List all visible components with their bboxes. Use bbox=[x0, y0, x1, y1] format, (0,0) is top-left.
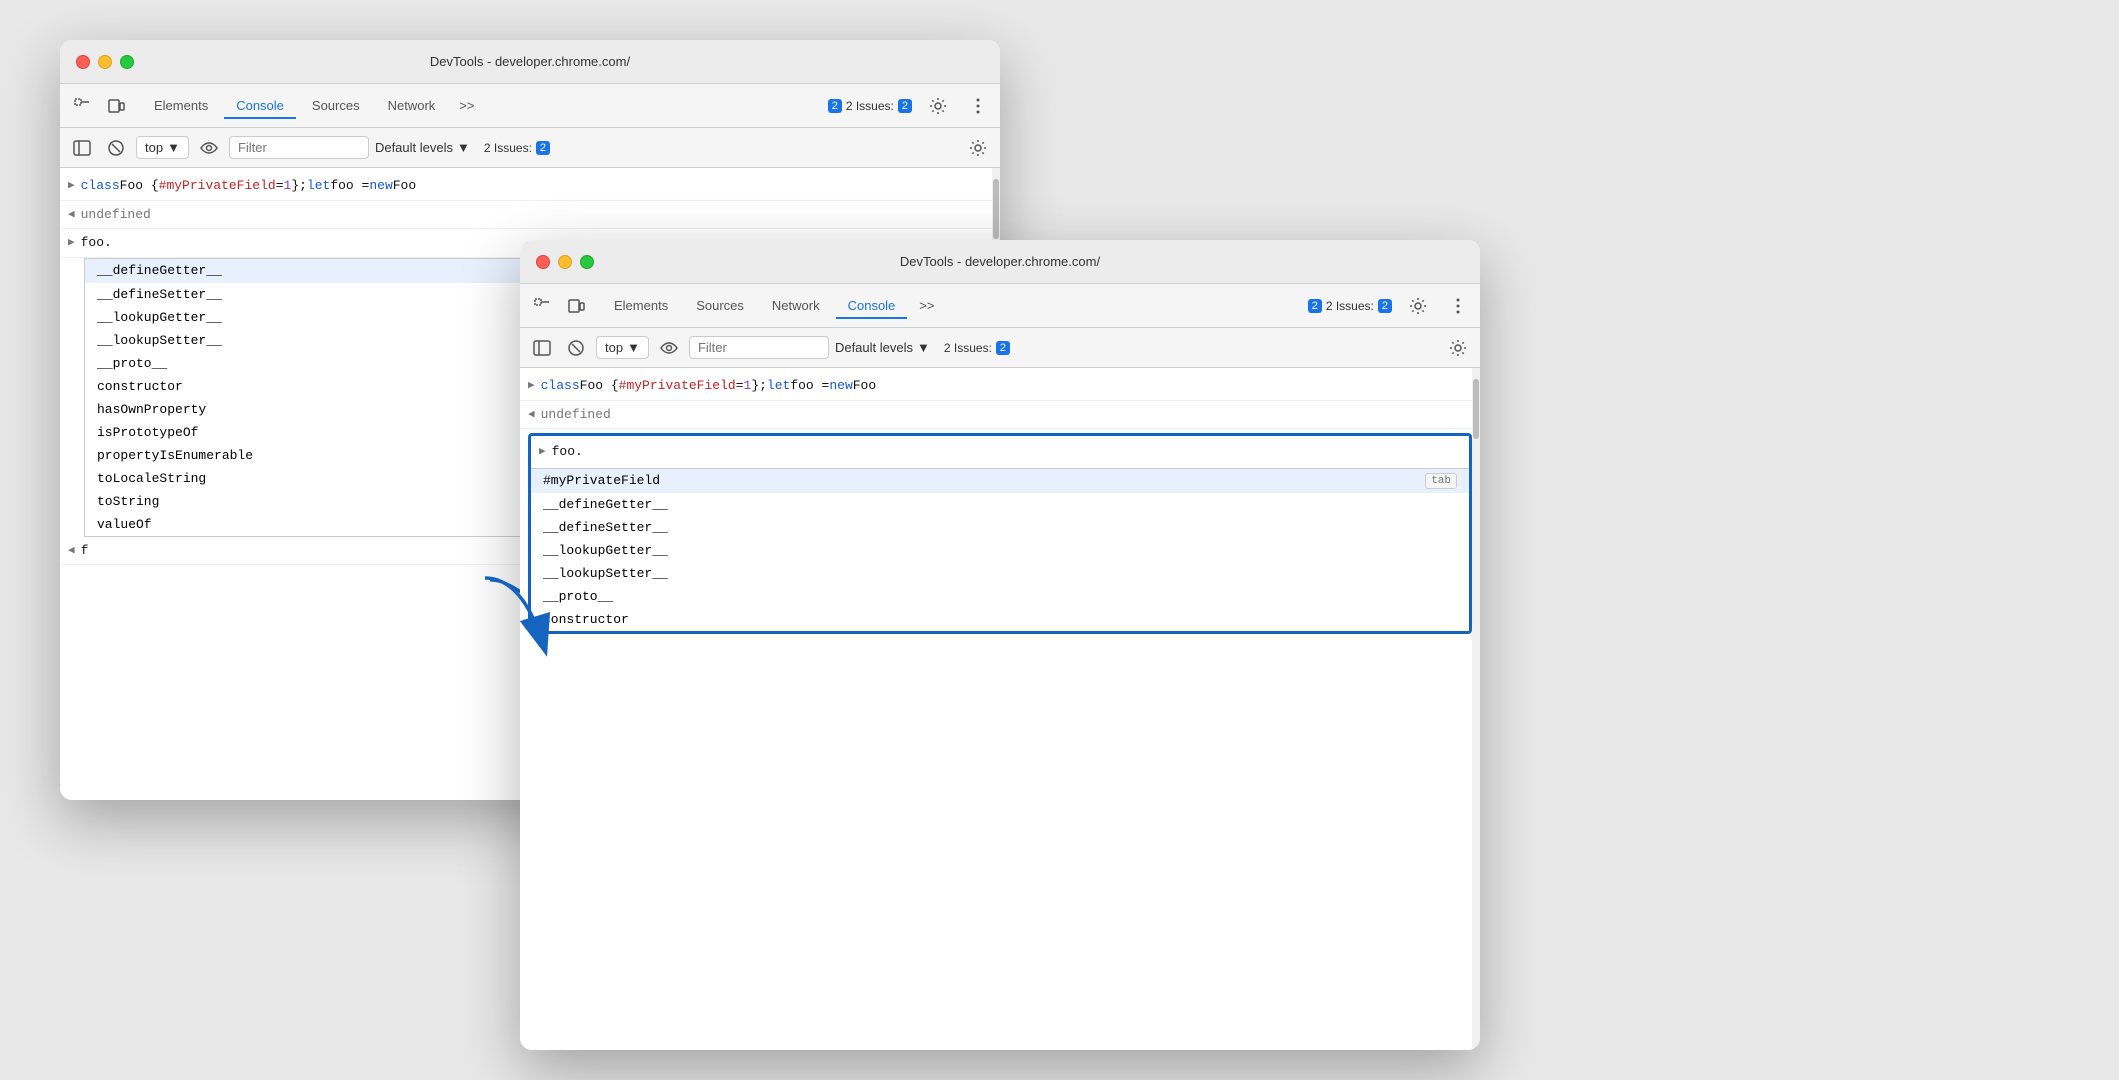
title-bar-1: DevTools - developer.chrome.com/ bbox=[60, 40, 1000, 84]
console-settings-1[interactable] bbox=[964, 134, 992, 162]
issues-icon-2: 2 bbox=[1308, 299, 1322, 313]
devtools-window-2: DevTools - developer.chrome.com/ bbox=[520, 240, 1480, 1050]
traffic-lights-1 bbox=[76, 55, 134, 69]
eye-icon-2[interactable] bbox=[655, 334, 683, 362]
tab-network-2[interactable]: Network bbox=[760, 292, 832, 319]
traffic-lights-2 bbox=[536, 255, 594, 269]
top-dropdown-arrow-1: ▼ bbox=[167, 140, 180, 155]
toolbar-issues-1[interactable]: 2 Issues: 2 bbox=[484, 141, 554, 155]
issues-count-2: 2 bbox=[1378, 299, 1392, 313]
autocomplete-2: #myPrivateField tab __defineGetter__ __d… bbox=[531, 468, 1469, 631]
title-bar-2: DevTools - developer.chrome.com/ bbox=[520, 240, 1480, 284]
scroll-thumb-2 bbox=[1473, 379, 1479, 439]
window-title-2: DevTools - developer.chrome.com/ bbox=[900, 254, 1100, 269]
clear-icon-2[interactable] bbox=[562, 334, 590, 362]
autocomplete-item-2-2[interactable]: __defineGetter__ bbox=[531, 493, 1469, 516]
more-menu-icon-2[interactable] bbox=[1444, 292, 1472, 320]
filter-input-1[interactable] bbox=[229, 136, 369, 159]
window-title-1: DevTools - developer.chrome.com/ bbox=[430, 54, 630, 69]
toolbar-issues-label-1: 2 Issues: bbox=[484, 141, 532, 155]
console-line-2: ◀ undefined bbox=[60, 201, 1000, 230]
toolbar-badge-1: 2 bbox=[536, 141, 550, 155]
devtools-tools-2 bbox=[528, 292, 590, 320]
inspector-tool-1[interactable] bbox=[68, 92, 96, 120]
console-area-2: ▶ class Foo { #myPrivateField = 1 }; let… bbox=[520, 368, 1480, 1050]
issues-label-1: 2 Issues: bbox=[846, 99, 894, 113]
issues-badge-1[interactable]: 2 2 Issues: 2 bbox=[828, 99, 912, 113]
tab-console-2[interactable]: Console bbox=[836, 292, 908, 319]
console-line-2-2: ◀ undefined bbox=[520, 401, 1480, 430]
toolbar-issues-2[interactable]: 2 Issues: 2 bbox=[944, 341, 1010, 355]
autocomplete-item-2-5[interactable]: __lookupSetter__ bbox=[531, 562, 1469, 585]
default-levels-1[interactable]: Default levels ▼ bbox=[375, 140, 470, 155]
tab-network-1[interactable]: Network bbox=[376, 92, 448, 119]
settings-icon-1[interactable] bbox=[924, 92, 952, 120]
toolbar-badge-2: 2 bbox=[996, 341, 1010, 355]
toolbar-1: top ▼ Default levels ▼ 2 Issues: 2 bbox=[60, 128, 1000, 168]
close-button-2[interactable] bbox=[536, 255, 550, 269]
tab-elements-2[interactable]: Elements bbox=[602, 292, 680, 319]
console-settings-2[interactable] bbox=[1444, 334, 1472, 362]
more-tabs-1[interactable]: >> bbox=[451, 92, 482, 119]
device-tool-2[interactable] bbox=[562, 292, 590, 320]
devtools-tools-1 bbox=[68, 92, 130, 120]
autocomplete-selected-text-2: #myPrivateField bbox=[543, 473, 660, 488]
autocomplete-item-2-6[interactable]: __proto__ bbox=[531, 585, 1469, 608]
console-line-1: ▶ class Foo { #myPrivateField = 1 }; let… bbox=[60, 172, 1000, 201]
top-dropdown-arrow-2: ▼ bbox=[627, 340, 640, 355]
clear-icon-1[interactable] bbox=[102, 134, 130, 162]
console-line-2-1: ▶ class Foo { #myPrivateField = 1 }; let… bbox=[520, 372, 1480, 401]
issues-count-1: 2 bbox=[898, 99, 912, 113]
top-label-1: top bbox=[145, 140, 163, 155]
minimize-button-2[interactable] bbox=[558, 255, 572, 269]
scroll-thumb-1 bbox=[993, 179, 999, 239]
autocomplete-selected-text-1: __defineGetter__ bbox=[97, 263, 222, 278]
tab-hint-2: tab bbox=[1425, 473, 1457, 489]
maximize-button-2[interactable] bbox=[580, 255, 594, 269]
sidebar-toggle-2[interactable] bbox=[528, 334, 556, 362]
filter-input-2[interactable] bbox=[689, 336, 829, 359]
console-content-2: ▶ class Foo { #myPrivateField = 1 }; let… bbox=[520, 368, 1480, 1050]
issues-badge-2[interactable]: 2 2 Issues: 2 bbox=[1308, 299, 1392, 313]
tab-sources-2[interactable]: Sources bbox=[684, 292, 756, 319]
close-button-1[interactable] bbox=[76, 55, 90, 69]
top-selector-2[interactable]: top ▼ bbox=[596, 336, 649, 359]
autocomplete-item-2-4[interactable]: __lookupGetter__ bbox=[531, 539, 1469, 562]
default-levels-2[interactable]: Default levels ▼ bbox=[835, 340, 930, 355]
eye-icon-1[interactable] bbox=[195, 134, 223, 162]
issues-icon-1: 2 bbox=[828, 99, 842, 113]
tab-bar-2: Elements Sources Network Console >> 2 2 … bbox=[520, 284, 1480, 328]
toolbar-2: top ▼ Default levels ▼ 2 Issues: 2 bbox=[520, 328, 1480, 368]
more-menu-icon-1[interactable] bbox=[964, 92, 992, 120]
more-tabs-2[interactable]: >> bbox=[911, 292, 942, 319]
top-selector-1[interactable]: top ▼ bbox=[136, 136, 189, 159]
tab-elements-1[interactable]: Elements bbox=[142, 92, 220, 119]
console-line-2-3: ▶ foo. bbox=[531, 436, 1469, 468]
highlighted-input-area-2: ▶ foo. #myPrivateField tab __defineGette… bbox=[528, 433, 1472, 634]
minimize-button-1[interactable] bbox=[98, 55, 112, 69]
tab-bar-right-2: 2 2 Issues: 2 bbox=[1308, 292, 1472, 320]
inspector-tool-2[interactable] bbox=[528, 292, 556, 320]
tab-bar-right-1: 2 2 Issues: 2 bbox=[828, 92, 992, 120]
autocomplete-item-2-7[interactable]: constructor bbox=[531, 608, 1469, 631]
arrow-right-1: ▶ bbox=[68, 178, 75, 195]
toolbar-issues-label-2: 2 Issues: bbox=[944, 341, 992, 355]
tab-bar-1: Elements Console Sources Network >> 2 2 … bbox=[60, 84, 1000, 128]
autocomplete-item-selected-2[interactable]: #myPrivateField tab bbox=[531, 469, 1469, 493]
device-tool-1[interactable] bbox=[102, 92, 130, 120]
top-label-2: top bbox=[605, 340, 623, 355]
autocomplete-item-2-3[interactable]: __defineSetter__ bbox=[531, 516, 1469, 539]
issues-label-2: 2 Issues: bbox=[1326, 299, 1374, 313]
settings-icon-2[interactable] bbox=[1404, 292, 1432, 320]
maximize-button-1[interactable] bbox=[120, 55, 134, 69]
scrollbar-2[interactable] bbox=[1472, 368, 1480, 1050]
sidebar-toggle-1[interactable] bbox=[68, 134, 96, 162]
tab-console-1[interactable]: Console bbox=[224, 92, 296, 119]
tab-sources-1[interactable]: Sources bbox=[300, 92, 372, 119]
